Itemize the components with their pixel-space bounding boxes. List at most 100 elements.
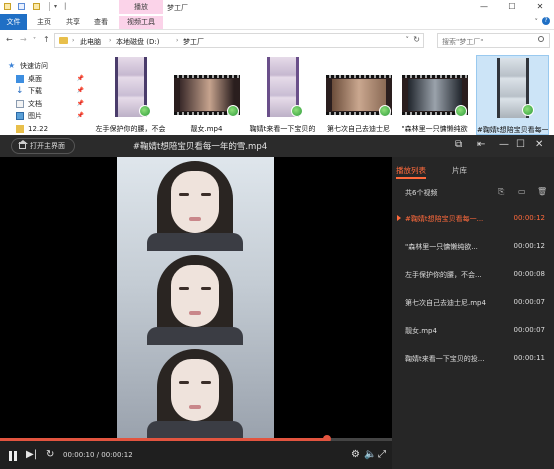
tab-playlist[interactable]: 播放列表	[396, 165, 426, 176]
fullscreen-icon[interactable]: ⤢	[378, 449, 386, 461]
desktop-icon	[16, 75, 24, 83]
file-tile-selected[interactable]: #鞠婧t想陪宝贝看每一	[476, 55, 549, 135]
video-frame	[117, 157, 274, 439]
pin-icon[interactable]: 📌	[77, 112, 84, 119]
playlist-item-duration: 00:00:12	[513, 242, 545, 250]
maximize-icon[interactable]: ☐	[516, 138, 525, 152]
time-readout: 00:00:10 / 00:00:12	[63, 451, 133, 459]
help-icon[interactable]: ?	[542, 17, 550, 25]
tab-view[interactable]: 查看	[89, 16, 113, 29]
breadcrumb-folder[interactable]: 梦工厂	[183, 37, 204, 47]
search-icon	[538, 36, 544, 42]
playlist-item[interactable]: "森林里一只慵懒纯欲... 00:00:12	[392, 233, 554, 260]
playlist-toggle-icon[interactable]: ⧉	[455, 138, 462, 152]
tab-share[interactable]: 共享	[61, 16, 85, 29]
pictures-icon	[16, 112, 24, 120]
delete-icon[interactable]: 🗑	[537, 187, 547, 196]
nav-downloads[interactable]: ↓ 下载	[16, 86, 42, 96]
active-tab-underline	[396, 177, 426, 179]
new-folder-icon[interactable]	[33, 3, 40, 10]
forward-arrow-icon[interactable]: →	[20, 35, 27, 44]
play-badge-icon	[455, 105, 467, 117]
ribbon-expand-icon[interactable]: ˅	[535, 18, 539, 26]
playlist-item[interactable]: 靓女.mp4 00:00:07	[392, 317, 554, 344]
qa-separator-bar: |	[64, 2, 67, 10]
navigation-pane: ★ 快速访问 桌面 📌 ↓ 下载 📌 文档 📌 图片 📌 12.22	[0, 51, 92, 141]
playlist-item-name: 鞠婧t来看一下宝贝的投...	[405, 355, 485, 363]
nav-desktop[interactable]: 桌面	[16, 74, 42, 84]
next-icon[interactable]: ▶|	[26, 449, 37, 461]
tab-home[interactable]: 主页	[32, 16, 56, 29]
address-history-icon[interactable]: ˅	[406, 36, 410, 44]
ribbon-tabs: 文件 主页 共享 查看 视频工具 ˅ ?	[0, 14, 554, 30]
close-icon[interactable]: ✕	[526, 0, 554, 14]
volume-icon[interactable]: 🔈	[364, 449, 376, 461]
playlist-item[interactable]: 鞠婧t来看一下宝贝的投... 00:00:11	[392, 345, 554, 372]
playlist-tabs: 播放列表 片库	[392, 157, 554, 183]
control-bar: ▶| ↻ 00:00:10 / 00:00:12 ⚙ 🔈 ⤢	[0, 441, 392, 469]
minimize-icon[interactable]: —	[470, 0, 498, 14]
playlist-item-active[interactable]: #鞠婧t想陪宝贝看每一... 00:00:12	[392, 205, 554, 232]
file-tile[interactable]: 鞠婧t来看一下宝贝的	[246, 55, 319, 135]
file-name: "森林里一只慵懒纯欲	[401, 125, 468, 133]
breadcrumb-this-pc[interactable]: 此电脑	[80, 37, 101, 47]
play-badge-icon	[379, 105, 391, 117]
add-folder-icon[interactable]: ▭	[518, 187, 526, 196]
playlist-item-duration: 00:00:11	[513, 354, 545, 362]
context-tab-play[interactable]: 播放	[119, 0, 163, 14]
download-icon: ↓	[16, 86, 24, 96]
breadcrumb-drive[interactable]: 本地磁盘 (D:)	[116, 37, 159, 47]
playlist-item-name: 左手保护你的腰，不会...	[405, 271, 482, 279]
playlist-item[interactable]: 左手保护你的腰，不会... 00:00:08	[392, 261, 554, 288]
search-input[interactable]: 搜索"梦工厂"	[437, 33, 550, 48]
pin-icon[interactable]: 📌	[77, 100, 84, 107]
pin-icon[interactable]: 📌	[77, 87, 84, 94]
tab-library[interactable]: 片库	[452, 165, 467, 176]
minimize-icon[interactable]: —	[499, 138, 509, 152]
playlist-item-duration: 00:00:12	[513, 214, 545, 222]
add-file-icon[interactable]: ⎘	[498, 187, 504, 197]
file-tile[interactable]: 左手保护你的腰，不会	[94, 55, 167, 135]
close-icon[interactable]: ✕	[535, 138, 543, 152]
document-icon	[16, 100, 24, 108]
address-row: ← → ˅ ↑ › 此电脑 › 本地磁盘 (D:) › 梦工厂 ˅ ↻ 搜索"梦…	[0, 30, 554, 51]
playlist-panel: 播放列表 片库 共6个视频 ⎘ ▭ 🗑 #鞠婧t想陪宝贝看每一... 00:00:…	[392, 157, 554, 469]
nav-label: 桌面	[28, 75, 42, 83]
file-tile[interactable]: 第七次自己去迪士尼	[322, 55, 395, 135]
pause-icon[interactable]	[9, 451, 17, 461]
search-placeholder: 搜索"梦工厂"	[442, 38, 484, 46]
nav-label: 下载	[28, 87, 42, 95]
maximize-icon[interactable]: ☐	[498, 0, 526, 14]
pin-top-icon[interactable]: ⇤	[477, 138, 485, 152]
nav-label: 12.22	[28, 125, 49, 133]
refresh-icon[interactable]: ↻	[413, 35, 420, 44]
play-badge-icon	[139, 105, 151, 117]
nav-folder-1222[interactable]: 12.22	[16, 124, 48, 134]
up-arrow-icon[interactable]: ↑	[43, 35, 50, 44]
nav-label: 快速访问	[20, 62, 48, 70]
back-arrow-icon[interactable]: ←	[6, 35, 13, 44]
playlist-item-name: #鞠婧t想陪宝贝看每一...	[405, 215, 484, 223]
checklist-icon[interactable]	[18, 3, 25, 10]
explorer-titlebar: ▾ | 播放 梦工厂 — ☐ ✕	[0, 0, 554, 14]
video-canvas[interactable]	[0, 157, 392, 439]
open-main-button[interactable]: 打开主界面	[11, 138, 75, 154]
tab-file[interactable]: 文件	[0, 14, 27, 30]
playlist-item[interactable]: 第七次自己去迪士尼.mp4 00:00:07	[392, 289, 554, 316]
nav-quick-access[interactable]: ★ 快速访问	[8, 61, 48, 71]
properties-icon[interactable]	[4, 3, 11, 10]
playlist-item-duration: 00:00:07	[513, 326, 545, 334]
breadcrumb-separator: ›	[72, 37, 75, 44]
settings-icon[interactable]: ⚙	[351, 449, 360, 461]
file-tile[interactable]: 靓女.mp4	[170, 55, 243, 135]
nav-documents[interactable]: 文档	[16, 99, 42, 109]
nav-pictures[interactable]: 图片	[16, 111, 42, 121]
file-name: #鞠婧t想陪宝贝看每一	[477, 126, 548, 134]
pin-icon[interactable]: 📌	[77, 75, 84, 82]
qa-dropdown-icon[interactable]: ▾	[54, 3, 57, 10]
loop-icon[interactable]: ↻	[46, 449, 54, 461]
recent-dropdown-icon[interactable]: ˅	[33, 37, 36, 44]
address-bar[interactable]: › 此电脑 › 本地磁盘 (D:) › 梦工厂 ˅ ↻	[54, 33, 424, 48]
tab-video-tools[interactable]: 视频工具	[119, 16, 163, 29]
file-tile[interactable]: "森林里一只慵懒纯欲	[398, 55, 471, 135]
